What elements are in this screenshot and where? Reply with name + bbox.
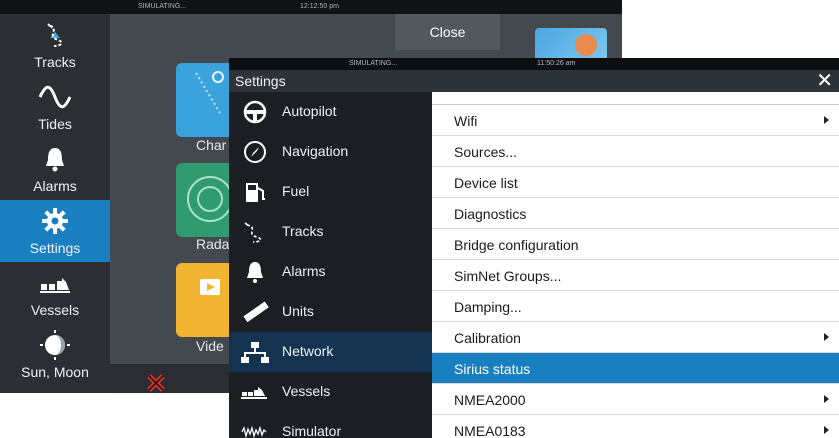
category-label: Simulator (282, 423, 342, 438)
category-label: Autopilot (282, 103, 337, 119)
video-app-tile[interactable] (176, 263, 236, 337)
option-label: Sirius status (454, 361, 531, 377)
sidebar-item-label: Tides (38, 116, 72, 132)
clock: 11:50:26 am (537, 60, 576, 67)
category-simulator[interactable]: Simulator (229, 412, 432, 438)
tides-icon (0, 82, 110, 112)
option-label: Sources... (454, 144, 518, 160)
fuel-icon (246, 183, 265, 202)
tracks-icon (0, 20, 110, 50)
settings-dialog: SIMULATING... 11:50:26 am Settings ✕ Aut… (229, 58, 839, 438)
category-units[interactable]: Units (229, 292, 432, 332)
option-label: NMEA2000 (454, 392, 526, 408)
home-sidebar: Tracks Tides Alarms Settings Vessels Sun… (0, 14, 110, 393)
option-nmea2000[interactable]: NMEA2000 (432, 384, 839, 415)
option-sources[interactable]: Sources... (432, 136, 839, 167)
chevron-right-icon (824, 116, 829, 124)
category-label: Tracks (282, 223, 324, 239)
simulator-icon (241, 425, 267, 438)
category-fuel[interactable]: Fuel (229, 172, 432, 212)
sidebar-item-alarms[interactable]: Alarms (0, 138, 110, 200)
radar-icon (187, 176, 233, 222)
option-label: Device list (454, 175, 518, 191)
home-status-bar: SIMULATING... 12:12:50 pm (0, 0, 622, 14)
sun-moon-icon (0, 330, 110, 360)
vessels-icon (241, 387, 267, 399)
dialog-status-bar: SIMULATING... 11:50:26 am (229, 58, 839, 70)
category-label: Alarms (282, 263, 326, 279)
no-gps-icon (147, 374, 165, 392)
bell-icon (247, 262, 263, 283)
option-label: Bridge configuration (454, 237, 579, 253)
sidebar-item-label: Alarms (33, 178, 77, 194)
sidebar-item-tides[interactable]: Tides (0, 76, 110, 138)
radar-app-tile[interactable] (176, 163, 236, 237)
close-button[interactable]: Close (395, 14, 500, 50)
category-autopilot[interactable]: Autopilot (229, 92, 432, 132)
compass-icon (575, 34, 597, 56)
autopilot-icon (243, 100, 267, 124)
simulating-indicator: SIMULATING... (138, 3, 187, 10)
chevron-right-icon (824, 426, 829, 434)
settings-category-list: Autopilot Navigation Fuel Tracks Alarms … (229, 92, 432, 438)
bell-icon (0, 144, 110, 174)
radar-app-label: Rada (196, 236, 230, 252)
dialog-title-bar: Settings ✕ (229, 70, 839, 92)
category-network[interactable]: Network (229, 332, 432, 372)
sidebar-item-label: Sun, Moon (21, 364, 89, 380)
option-damping[interactable]: Damping... (432, 291, 839, 322)
dialog-title: Settings (235, 73, 286, 89)
chart-icon (195, 71, 224, 114)
gear-icon (0, 206, 110, 236)
option-label: NMEA0183 (454, 423, 526, 438)
option-sirius-status[interactable]: Sirius status (432, 353, 839, 384)
option-label: Wifi (454, 113, 478, 129)
category-navigation[interactable]: Navigation (229, 132, 432, 172)
vessels-icon (0, 268, 110, 298)
option-nmea0183[interactable]: NMEA0183 (432, 415, 839, 438)
network-icon (241, 342, 269, 363)
option-device-list[interactable]: Device list (432, 167, 839, 198)
option-diagnostics[interactable]: Diagnostics (432, 198, 839, 229)
option-label: Diagnostics (454, 206, 527, 222)
option-label: Damping... (454, 299, 522, 315)
chart-app-label: Char (196, 137, 227, 153)
category-vessels[interactable]: Vessels (229, 372, 432, 412)
option-label: SimNet Groups... (454, 268, 562, 284)
category-label: Units (282, 303, 314, 319)
category-alarms[interactable]: Alarms (229, 252, 432, 292)
category-label: Fuel (282, 183, 310, 199)
sidebar-item-label: Vessels (30, 302, 80, 318)
option-calibration[interactable]: Calibration (432, 322, 839, 353)
simulating-indicator: SIMULATING... (349, 60, 398, 67)
clock: 12:12:50 pm (300, 3, 339, 10)
chart-app-tile[interactable] (176, 63, 236, 137)
video-app-label: Vide (196, 338, 224, 354)
compass-icon (244, 141, 266, 163)
option-bridge-configuration[interactable]: Bridge configuration (432, 229, 839, 260)
category-label: Network (282, 343, 334, 359)
sidebar-item-vessels[interactable]: Vessels (0, 262, 110, 324)
sidebar-item-label: Tracks (34, 54, 76, 70)
option-label: Calibration (454, 330, 521, 346)
screen: SIMULATING... 12:12:50 pm Tracks Tides A… (0, 0, 839, 438)
category-label: Navigation (282, 143, 349, 159)
close-icon[interactable]: ✕ (816, 71, 833, 91)
chevron-right-icon (824, 333, 829, 341)
chevron-right-icon (824, 395, 829, 403)
sidebar-item-label: Settings (29, 240, 81, 256)
category-label: Vessels (282, 383, 331, 399)
sidebar-item-settings[interactable]: Settings (0, 200, 110, 262)
sidebar-item-sun-moon[interactable]: Sun, Moon (0, 324, 110, 386)
ruler-icon (243, 301, 269, 323)
option-wifi[interactable]: Wifi (432, 105, 839, 136)
category-tracks[interactable]: Tracks (229, 212, 432, 252)
sidebar-item-tracks[interactable]: Tracks (0, 14, 110, 76)
option-simnet-groups[interactable]: SimNet Groups... (432, 260, 839, 291)
settings-options-list: Wifi Sources... Device list Diagnostics … (432, 92, 839, 438)
video-icon (200, 279, 220, 295)
tracks-icon (244, 222, 262, 243)
